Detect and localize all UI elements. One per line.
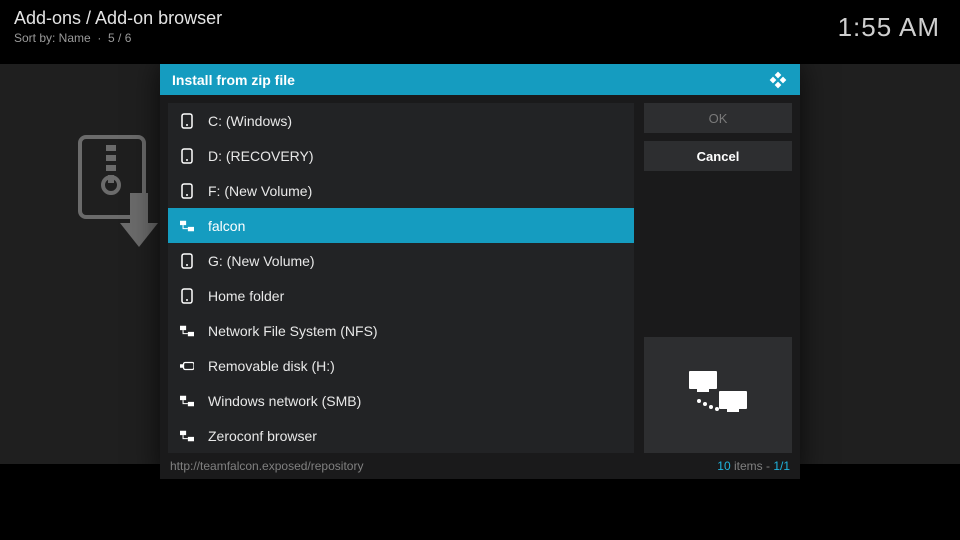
file-item[interactable]: C: (Windows) — [168, 103, 634, 138]
file-item-label: Windows network (SMB) — [208, 393, 361, 409]
file-item-label: F: (New Volume) — [208, 183, 312, 199]
net-icon — [180, 393, 194, 409]
file-item[interactable]: Windows network (SMB) — [168, 383, 634, 418]
file-item[interactable]: falcon — [168, 208, 634, 243]
file-item-label: Network File System (NFS) — [208, 323, 378, 339]
header-subline: Sort by: Name · 5 / 6 — [14, 31, 222, 45]
footer-path: http://teamfalcon.exposed/repository — [170, 459, 363, 473]
dialog-title-text: Install from zip file — [172, 72, 295, 88]
install-zip-dialog: Install from zip file C: (Windows) D: (RE… — [160, 64, 800, 479]
ok-button[interactable]: OK — [644, 103, 792, 133]
file-item[interactable]: Zeroconf browser — [168, 418, 634, 453]
kodi-logo-icon — [768, 70, 788, 90]
file-item-label: G: (New Volume) — [208, 253, 315, 269]
install-zip-icon — [78, 135, 168, 255]
file-item-label: D: (RECOVERY) — [208, 148, 314, 164]
footer-count: 10 items - 1/1 — [717, 459, 790, 473]
breadcrumb: Add-ons / Add-on browser — [14, 8, 222, 29]
clock: 1:55 AM — [838, 12, 940, 43]
file-item[interactable]: D: (RECOVERY) — [168, 138, 634, 173]
header: Add-ons / Add-on browser Sort by: Name ·… — [14, 8, 222, 45]
file-item[interactable]: F: (New Volume) — [168, 173, 634, 208]
dot-sep: · — [94, 31, 108, 45]
dialog-footer: http://teamfalcon.exposed/repository 10 … — [160, 453, 800, 479]
file-item[interactable]: Network File System (NFS) — [168, 313, 634, 348]
file-item-label: C: (Windows) — [208, 113, 292, 129]
cancel-button[interactable]: Cancel — [644, 141, 792, 171]
drive-icon — [180, 183, 194, 199]
file-item-label: Removable disk (H:) — [208, 358, 335, 374]
items-word: items - — [731, 459, 774, 473]
drive-icon — [180, 253, 194, 269]
file-item[interactable]: Home folder — [168, 278, 634, 313]
item-count: 10 — [717, 459, 730, 473]
drive-icon — [180, 148, 194, 164]
file-item[interactable]: G: (New Volume) — [168, 243, 634, 278]
dialog-body: C: (Windows) D: (RECOVERY) F: (New Volume)… — [160, 95, 800, 453]
net-icon — [180, 218, 194, 234]
page-indicator: 1/1 — [773, 459, 790, 473]
drive-icon — [180, 113, 194, 129]
file-list[interactable]: C: (Windows) D: (RECOVERY) F: (New Volume)… — [168, 103, 634, 453]
net-icon — [180, 323, 194, 339]
net-icon — [180, 428, 194, 444]
file-item-label: Zeroconf browser — [208, 428, 317, 444]
source-preview — [644, 337, 792, 453]
file-item[interactable]: Removable disk (H:) — [168, 348, 634, 383]
sort-label: Sort by: Name — [14, 31, 91, 45]
dialog-side-panel: OK Cancel — [644, 103, 792, 453]
usb-icon — [180, 358, 194, 374]
drive-icon — [180, 288, 194, 304]
dialog-titlebar: Install from zip file — [160, 64, 800, 95]
file-item-label: falcon — [208, 218, 245, 234]
list-position: 5 / 6 — [108, 31, 131, 45]
file-item-label: Home folder — [208, 288, 284, 304]
